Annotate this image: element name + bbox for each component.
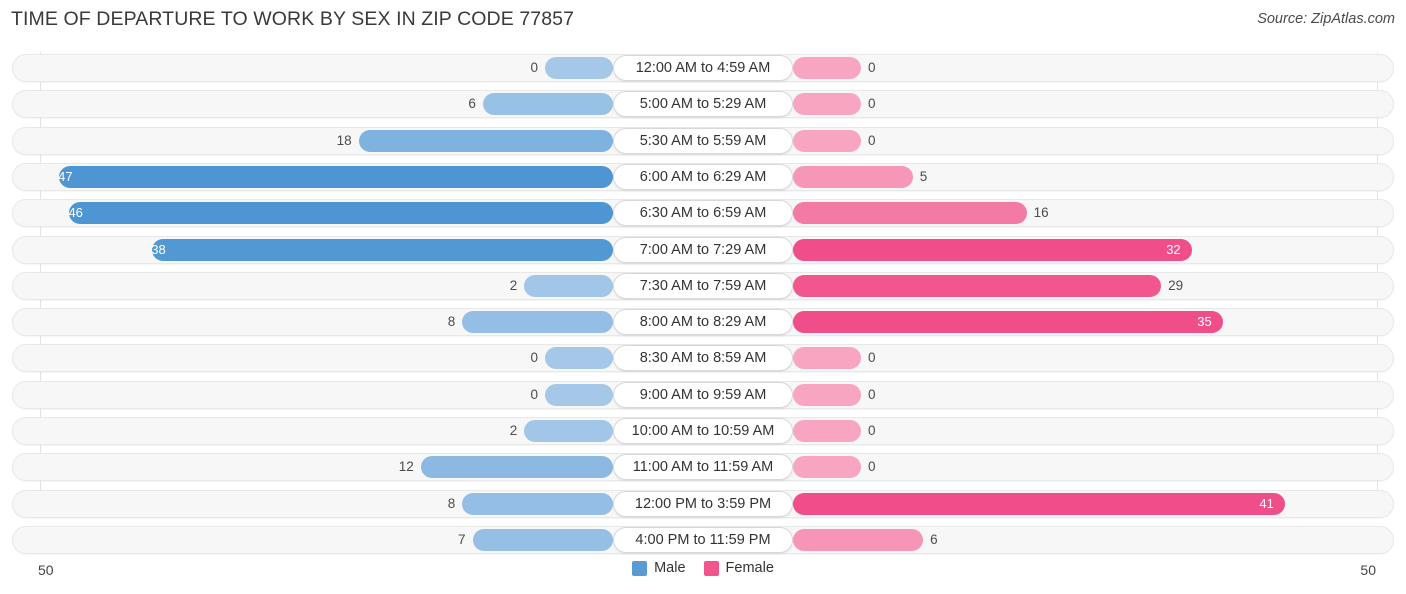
chart-row: 47 6:00 AM to 6:29 AM 5: [12, 162, 1394, 191]
female-bar[interactable]: [793, 456, 861, 479]
female-bar[interactable]: [793, 93, 861, 116]
category-label: 4:00 PM to 11:59 PM: [613, 526, 793, 553]
male-value-label: 12: [398, 459, 414, 475]
category-label: 7:30 AM to 7:59 AM: [613, 272, 793, 299]
chart-page: TIME OF DEPARTURE TO WORK BY SEX IN ZIP …: [0, 0, 1406, 594]
male-bar[interactable]: [482, 93, 613, 116]
category-label: 11:00 AM to 11:59 AM: [613, 454, 793, 481]
female-bar[interactable]: [793, 165, 913, 188]
page-title: TIME OF DEPARTURE TO WORK BY SEX IN ZIP …: [11, 8, 575, 30]
female-value-label: 0: [868, 386, 876, 402]
female-bar[interactable]: [793, 57, 861, 79]
source-attribution: Source: ZipAtlas.com: [1257, 11, 1395, 27]
legend-label: Female: [725, 560, 774, 576]
chart-plot-area: 0 12:00 AM to 4:59 AM 0 6 5:00 AM to 5:29 AM…: [0, 52, 1406, 557]
female-bar[interactable]: [793, 129, 861, 152]
chart-row: 8 12:00 PM to 3:59 PM 41: [12, 489, 1394, 518]
chart-row: 2 10:00 AM to 10:59 AM 0: [12, 417, 1394, 445]
category-label: 12:00 AM to 4:59 AM: [613, 55, 793, 81]
category-label: 9:00 AM to 9:59 AM: [613, 381, 793, 408]
female-value-label: 35: [1197, 314, 1212, 330]
chart-row: 7 4:00 PM to 11:59 PM 6: [12, 525, 1394, 554]
female-value-label: 0: [868, 423, 876, 438]
male-bar[interactable]: [545, 57, 613, 79]
male-value-label: 47: [58, 168, 73, 184]
chart-row: 0 8:30 AM to 8:59 AM 0: [12, 344, 1394, 373]
male-bar[interactable]: [524, 274, 613, 297]
female-bar[interactable]: [793, 274, 1162, 297]
male-value-label: 46: [68, 205, 83, 221]
male-value-label: 6: [468, 96, 476, 112]
male-value-label: 7: [458, 531, 466, 547]
male-bar[interactable]: [68, 202, 613, 225]
category-label: 5:00 AM to 5:29 AM: [613, 91, 793, 118]
female-bar[interactable]: [793, 492, 1286, 515]
female-bar[interactable]: [793, 420, 861, 442]
female-value-label: 0: [868, 350, 876, 366]
chart-row: 2 7:30 AM to 7:59 AM 29: [12, 271, 1394, 300]
female-value-label: 41: [1259, 495, 1274, 511]
female-value-label: 6: [930, 531, 938, 547]
male-value-label: 0: [530, 350, 538, 366]
chart-row: 38 7:00 AM to 7:29 AM 32: [12, 235, 1394, 264]
male-value-label: 38: [151, 241, 166, 257]
female-value-label: 0: [868, 96, 876, 112]
category-label: 6:00 AM to 6:29 AM: [613, 163, 793, 190]
chart-row: 46 6:30 AM to 6:59 AM 16: [12, 199, 1394, 228]
female-value-label: 0: [868, 132, 876, 148]
female-bar[interactable]: [793, 347, 861, 370]
male-bar[interactable]: [545, 347, 613, 370]
female-bar[interactable]: [793, 383, 861, 406]
chart-legend: Male Female: [0, 560, 1406, 576]
legend-label: Male: [654, 560, 686, 576]
category-label: 5:30 AM to 5:59 AM: [613, 127, 793, 154]
female-value-label: 0: [868, 60, 876, 75]
male-bar[interactable]: [545, 383, 613, 406]
male-value-label: 2: [509, 423, 518, 438]
chart-row: 8 8:00 AM to 8:29 AM 35: [12, 308, 1394, 337]
legend-item[interactable]: Female: [703, 560, 774, 576]
female-value-label: 0: [868, 459, 876, 475]
male-value-label: 0: [530, 386, 538, 402]
male-value-label: 8: [447, 314, 456, 330]
male-bar[interactable]: [420, 456, 613, 479]
male-value-label: 8: [447, 495, 456, 511]
male-bar[interactable]: [358, 129, 613, 152]
female-bar[interactable]: [793, 238, 1193, 261]
chart-row: 0 12:00 AM to 4:59 AM 0: [12, 54, 1394, 82]
male-bar[interactable]: [462, 311, 613, 334]
male-bar[interactable]: [58, 165, 613, 188]
category-label: 12:00 PM to 3:59 PM: [613, 490, 793, 517]
category-label: 10:00 AM to 10:59 AM: [613, 418, 793, 444]
female-value-label: 29: [1168, 277, 1184, 293]
male-value-label: 18: [336, 132, 352, 148]
male-bar[interactable]: [462, 492, 613, 515]
male-bar[interactable]: [524, 420, 613, 442]
female-value-label: 5: [919, 168, 928, 184]
male-value-label: 0: [530, 60, 538, 75]
female-bar[interactable]: [793, 528, 924, 551]
chart-row: 6 5:00 AM to 5:29 AM 0: [12, 90, 1394, 119]
chart-row: 18 5:30 AM to 5:59 AM 0: [12, 126, 1394, 155]
category-label: 7:00 AM to 7:29 AM: [613, 236, 793, 263]
legend-swatch-icon: [632, 560, 648, 576]
female-value-label: 16: [1033, 205, 1049, 221]
male-value-label: 2: [509, 277, 518, 293]
category-label: 8:00 AM to 8:29 AM: [613, 309, 793, 336]
male-bar[interactable]: [472, 528, 613, 551]
legend-item[interactable]: Male: [632, 560, 686, 576]
category-label: 6:30 AM to 6:59 AM: [613, 200, 793, 227]
female-bar[interactable]: [793, 202, 1027, 225]
legend-swatch-icon: [703, 560, 719, 576]
chart-row: 12 11:00 AM to 11:59 AM 0: [12, 453, 1394, 482]
category-label: 8:30 AM to 8:59 AM: [613, 345, 793, 372]
chart-row: 0 9:00 AM to 9:59 AM 0: [12, 380, 1394, 409]
female-value-label: 32: [1166, 241, 1181, 257]
female-bar[interactable]: [793, 311, 1224, 334]
male-bar[interactable]: [151, 238, 613, 261]
